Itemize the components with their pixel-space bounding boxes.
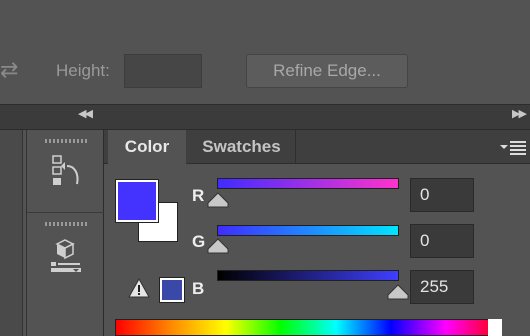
tab-color[interactable]: Color xyxy=(108,130,186,164)
dock-separator xyxy=(27,212,105,213)
spectrum-white-chip[interactable] xyxy=(488,319,502,336)
out-of-gamut-warning-icon[interactable] xyxy=(128,277,150,298)
channel-label-r: R xyxy=(192,186,205,205)
swap-arrows-icon[interactable]: ⇄ xyxy=(0,56,24,84)
color-spectrum-ramp[interactable] xyxy=(115,319,502,336)
channel-label-g: G xyxy=(192,232,206,251)
red-value-input[interactable]: 0 xyxy=(410,178,474,212)
options-bar xyxy=(0,0,530,104)
3d-cube-icon[interactable] xyxy=(49,238,85,274)
green-value-input[interactable]: 0 xyxy=(410,224,474,258)
green-slider[interactable] xyxy=(217,225,399,236)
history-icon[interactable] xyxy=(51,154,83,190)
blue-slider[interactable] xyxy=(217,270,399,281)
expand-right-icon[interactable]: ▶▶ xyxy=(512,107,527,120)
height-input[interactable] xyxy=(124,54,202,88)
blue-value-input[interactable]: 255 xyxy=(410,270,474,304)
red-slider-thumb[interactable] xyxy=(207,192,229,213)
green-slider-thumb[interactable] xyxy=(207,238,229,259)
foreground-color-swatch[interactable] xyxy=(115,179,159,223)
left-panel-edge xyxy=(0,130,23,336)
channel-label-b: B xyxy=(192,279,205,298)
tab-swatches[interactable]: Swatches xyxy=(188,130,296,164)
collapse-left-icon[interactable]: ◀◀ xyxy=(78,107,93,120)
gamut-color-swatch[interactable] xyxy=(159,277,185,303)
height-label: Height: xyxy=(56,61,110,80)
dock-grip[interactable] xyxy=(45,222,87,226)
panel-menu-icon[interactable] xyxy=(498,137,528,159)
dock-grip[interactable] xyxy=(45,139,87,143)
red-slider[interactable] xyxy=(217,178,399,189)
blue-slider-thumb[interactable] xyxy=(387,284,409,305)
refine-edge-button[interactable]: Refine Edge... xyxy=(246,54,408,88)
panel-dock xyxy=(26,130,105,336)
